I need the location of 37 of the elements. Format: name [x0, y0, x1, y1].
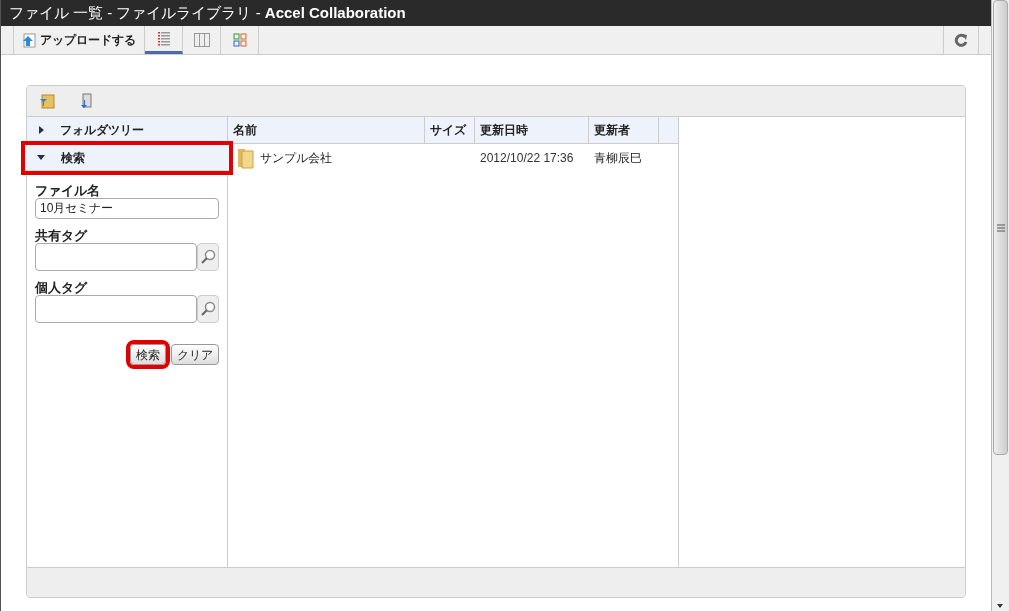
folder-filter-icon[interactable] [39, 93, 55, 109]
search-icon [200, 249, 216, 265]
column-header[interactable]: サイズ [425, 117, 475, 143]
tag-search-button[interactable] [197, 243, 219, 271]
view-tab[interactable] [145, 26, 183, 54]
field-label: 共有タグ [35, 228, 89, 243]
upload-icon [22, 32, 36, 48]
folder-icon [237, 147, 255, 169]
field-label: 個人タグ [35, 280, 89, 295]
list-view-icon [156, 31, 171, 46]
table-cell-text: 2012/10/22 17:36 [479, 150, 575, 167]
tiles-view-icon [232, 33, 247, 47]
caret-down-icon [37, 155, 45, 160]
tag-field[interactable] [35, 243, 197, 271]
column-header[interactable]: 名前 [228, 117, 425, 143]
table-cell-text: 青柳辰巳 [593, 150, 643, 167]
file-name[interactable]: サンプル会社 [260, 149, 332, 167]
window-title: ファイル 一覧 - ファイルライブラリ - Accel Collaboration [1, 0, 991, 26]
search-icon [200, 301, 216, 317]
tag-search-button[interactable] [197, 295, 219, 323]
download-icon[interactable] [79, 93, 93, 109]
grip-icon [996, 223, 1005, 232]
section-label: フォルダツリー [60, 121, 144, 139]
form-button[interactable]: クリア [171, 344, 219, 365]
column-header[interactable]: 更新者 [589, 117, 659, 143]
scrollbar[interactable] [991, 0, 1009, 611]
accordion-header[interactable]: フォルダツリー [27, 117, 227, 143]
column-header[interactable]: 更新日時 [475, 117, 589, 143]
text-field[interactable]: 10月セミナー [35, 198, 219, 219]
columns-view-icon [193, 33, 210, 47]
upload-button[interactable]: アップロードする [13, 26, 145, 54]
tag-field[interactable] [35, 295, 197, 323]
refresh-button[interactable] [943, 26, 979, 54]
section-label: 検索 [61, 149, 85, 167]
field-label: ファイル名 [35, 183, 101, 198]
refresh-icon [954, 33, 968, 47]
caret-right-icon [39, 125, 44, 134]
